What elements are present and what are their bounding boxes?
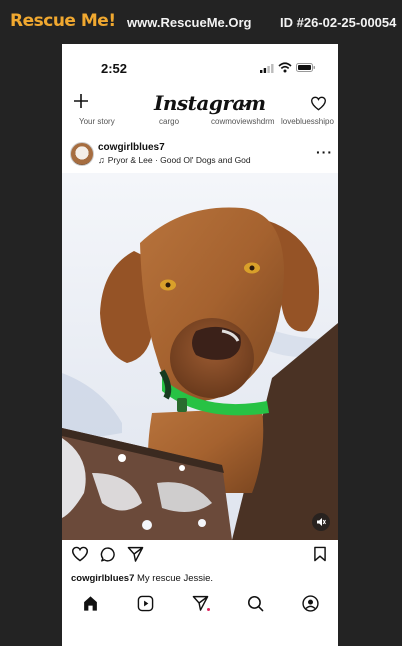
search-icon[interactable] xyxy=(247,595,264,612)
music-note-icon: ♫ xyxy=(98,155,105,165)
phone-screenshot: 2:52 Instagram Your story cargo cowmovie… xyxy=(62,44,338,646)
comment-icon[interactable] xyxy=(100,546,117,563)
home-icon[interactable] xyxy=(82,595,99,612)
wifi-icon xyxy=(278,62,292,73)
post-photo[interactable] xyxy=(62,173,338,540)
post-caption: cowgirlblues7 My rescue Jessie. xyxy=(71,573,213,584)
audio-title: Pryor & Lee · Good Ol' Dogs and God xyxy=(107,155,251,165)
cellular-signal-icon xyxy=(260,64,274,73)
heart-icon[interactable] xyxy=(310,96,327,111)
status-time: 2:52 xyxy=(101,61,128,76)
avatar[interactable] xyxy=(70,142,94,166)
mute-icon[interactable] xyxy=(312,513,330,531)
pet-id: ID #26-02-25-00054 xyxy=(280,15,397,30)
caption-username[interactable]: cowgirlblues7 xyxy=(71,573,134,584)
heart-icon[interactable] xyxy=(71,546,89,562)
brand-logo: Rescue Me! xyxy=(10,11,116,31)
stories-row: Your story cargo cowmoviewshdrm loveblue… xyxy=(62,117,338,127)
post-username[interactable]: cowgirlblues7 xyxy=(98,142,165,153)
caption-text: My rescue Jessie. xyxy=(137,573,214,584)
reels-icon[interactable] xyxy=(137,595,154,612)
story-label[interactable]: cargo xyxy=(159,117,179,126)
plus-icon[interactable] xyxy=(74,94,88,108)
site-url[interactable]: www.RescueMe.Org xyxy=(127,15,252,30)
site-header: Rescue Me! www.RescueMe.Org ID #26-02-25… xyxy=(0,0,402,44)
battery-icon xyxy=(296,63,315,72)
story-label[interactable]: lovebluesshipo xyxy=(281,117,334,126)
notification-dot xyxy=(207,608,210,611)
story-label[interactable]: cowmoviewshdrm xyxy=(211,117,275,126)
more-options-icon[interactable]: ··· xyxy=(316,144,333,160)
chevron-down-icon[interactable] xyxy=(240,102,249,108)
story-label[interactable]: Your story xyxy=(79,117,115,126)
share-icon[interactable] xyxy=(127,546,144,562)
bookmark-icon[interactable] xyxy=(313,546,327,562)
post-audio[interactable]: ♫ Pryor & Lee · Good Ol' Dogs and God xyxy=(98,155,251,165)
profile-icon[interactable] xyxy=(302,595,319,612)
